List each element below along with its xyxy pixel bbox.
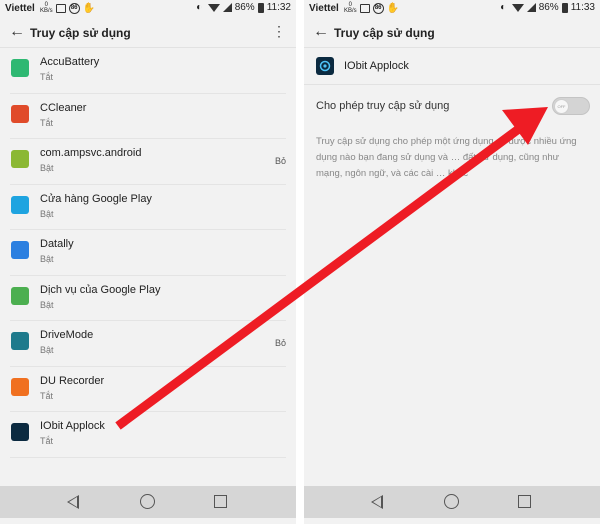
battery-percent: 86% [234,2,255,13]
image-icon [55,3,66,13]
phone-screen-right: Viettel 0 KB/s 86 ✋ ◐ 86% 11:33 ← Truy cậ… [304,0,600,524]
network-speed-indicator: 0 KB/s [344,2,357,14]
app-name: IObit Applock [40,420,105,432]
app-access-status: Bật [40,299,54,310]
applock-icon [11,423,29,441]
hand-icon: ✋ [82,2,96,14]
trailing-label: Bỏ [274,156,286,166]
toggle-knob: OFF [554,99,569,114]
battery-icon [11,59,29,77]
list-item[interactable]: Datally Bật [10,230,286,276]
battery-percent: 86% [538,2,559,13]
list-item[interactable]: com.ampsvc.android Bật Bỏ [10,139,286,185]
clock: 11:33 [570,2,595,13]
clock: 11:32 [266,2,291,13]
car-icon [11,332,29,350]
app-access-status: Tắt [40,72,54,82]
list-item[interactable]: Dịch vụ của Google Play Bật [10,276,286,321]
battery-icon [561,2,568,13]
list-item[interactable]: CCleaner Tắt [10,94,286,139]
navigation-bar [0,486,296,518]
battery-icon [257,2,264,13]
list-item[interactable]: DriveMode Bật Bỏ [10,321,286,367]
nav-home-icon[interactable] [140,494,155,509]
image-icon [359,3,370,13]
list-item[interactable]: IObit Applock Tắt [10,412,286,458]
phone-screen-left: Viettel 0 KB/s 86 ✋ ◐ 86% 11:32 ← Truy cậ… [0,0,296,524]
nfc-icon: 86 [372,2,384,14]
wifi-icon [207,3,220,12]
list-item[interactable]: Cửa hàng Google Play Bật [10,185,286,230]
app-access-status: Bật [40,254,54,264]
app-access-status: Bật [40,163,54,173]
ccleaner-icon [11,104,29,123]
google-play-icon [11,195,29,214]
trailing-label: Bỏ [274,338,286,348]
app-name: IObit Applock [344,60,409,72]
app-toolbar: ← Truy cập sử dụng [304,18,600,48]
usage-access-toggle[interactable]: OFF [552,97,590,115]
page-title: Truy cập sử dụng [334,26,435,40]
carrier-label: Viettel [5,3,35,14]
app-name: Cửa hàng Google Play [40,192,152,205]
hand-icon: ✋ [386,2,400,14]
app-access-status: Bật [40,345,54,355]
page-title: Truy cập sử dụng [30,26,131,40]
nav-back-icon[interactable] [67,495,79,509]
wifi-icon [511,3,524,12]
status-bar: Viettel 0 KB/s 86 ✋ ◐ 86% 11:33 [304,0,600,18]
puzzle-icon [11,286,29,305]
navigation-bar [304,486,600,518]
app-header: IObit Applock [304,48,600,85]
usage-access-row[interactable]: Cho phép truy cập sử dụng OFF [304,85,600,127]
nav-home-icon[interactable] [444,494,459,509]
applock-icon [316,57,334,75]
app-access-status: Tắt [40,117,54,128]
signal-icon [526,3,536,12]
back-arrow-icon[interactable]: ← [313,22,331,42]
app-name: Datally [40,238,74,250]
nav-back-icon[interactable] [371,495,383,509]
app-name: DU Recorder [40,374,105,387]
back-arrow-icon[interactable]: ← [9,22,27,42]
comparison-stage: Viettel 0 KB/s 86 ✋ ◐ 86% 11:32 ← Truy cậ… [0,0,600,524]
nav-recents-icon[interactable] [214,495,227,508]
usage-access-description: Truy cập sử dụng cho phép một ứng dụng …… [316,136,577,179]
datally-icon [11,241,29,259]
data-saver-icon: ◐ [500,2,507,13]
network-speed-indicator: 0 KB/s [40,2,53,14]
app-access-status: Tắt [40,390,54,401]
app-list: AccuBattery Tắt CCleaner Tắt com.ampsvc.andr… [0,48,296,458]
app-access-status: Bật [40,208,54,219]
app-access-status: Tắt [40,436,54,446]
overflow-menu-icon[interactable]: ⋮ [272,24,286,38]
data-saver-icon: ◐ [196,2,203,13]
nfc-icon: 86 [68,2,80,14]
recorder-icon [11,377,29,396]
app-name: com.ampsvc.android [40,147,142,159]
app-name: CCleaner [40,101,87,114]
usage-access-label: Cho phép truy cập sử dụng [316,100,450,112]
list-item[interactable]: DU Recorder Tắt [10,367,286,412]
status-bar: Viettel 0 KB/s 86 ✋ ◐ 86% 11:32 [0,0,296,18]
app-name: DriveMode [40,329,94,341]
carrier-label: Viettel [309,3,339,14]
app-toolbar: ← Truy cập sử dụng ⋮ [0,18,296,48]
app-name: Dịch vụ của Google Play [40,283,161,296]
nav-recents-icon[interactable] [518,495,531,508]
signal-icon [222,3,232,12]
list-item[interactable]: AccuBattery Tắt [10,48,286,94]
app-name: AccuBattery [40,56,100,68]
android-icon [11,150,29,168]
